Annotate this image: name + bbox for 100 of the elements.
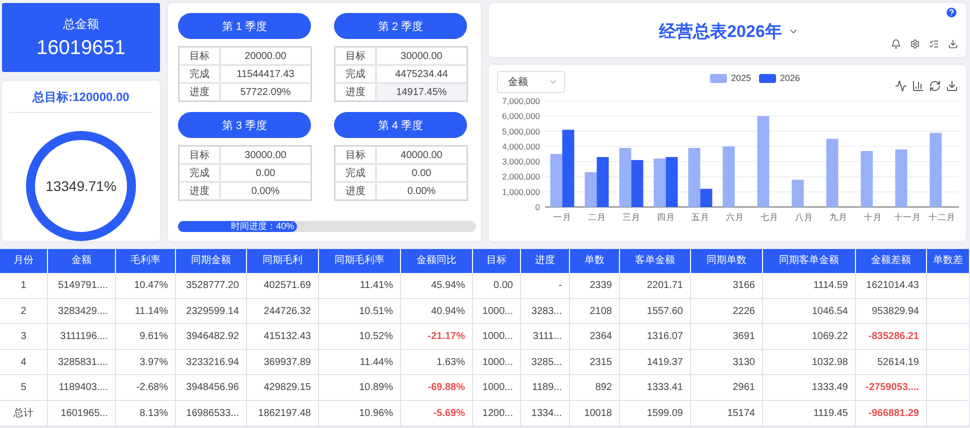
column-header: 毛利率: [116, 249, 176, 273]
table-cell: 369937.89: [247, 350, 319, 376]
table-cell: 1333.49: [763, 375, 856, 401]
axis-label: 六月: [726, 212, 744, 222]
legend-item[interactable]: 2025: [710, 73, 751, 83]
table-cell: 2329599.14: [176, 298, 247, 324]
table-cell: -: [521, 273, 570, 299]
row-label: 进度: [179, 83, 220, 101]
table-cell: 3: [0, 324, 48, 350]
table-cell: 52614.19: [856, 350, 927, 376]
bar: [631, 160, 644, 207]
table-cell: 0.00%: [220, 182, 311, 200]
quarter-button[interactable]: 第 4 季度: [334, 112, 467, 138]
table-cell: 892: [570, 375, 620, 401]
table-cell: 2201.71: [620, 273, 691, 299]
table-cell: 0.00: [220, 164, 311, 182]
row-label: 目标: [179, 146, 220, 164]
empty-cell: [927, 350, 970, 376]
table-cell: 8.13%: [116, 400, 176, 427]
axis-label: 八月: [794, 212, 813, 222]
table-cell: 3283429....: [48, 298, 116, 324]
table-cell: 16986533...: [176, 400, 247, 427]
row-label: 完成: [335, 65, 376, 83]
table-cell: 1333.41: [620, 375, 691, 401]
table-cell: 1599.09: [620, 400, 691, 427]
progress-label: 时间进度：40%: [231, 221, 296, 232]
axis-label: 七月: [760, 212, 778, 222]
help-icon[interactable]: [945, 6, 958, 19]
bar: [584, 172, 597, 207]
table-cell: 1032.98: [763, 350, 856, 376]
table-cell: 4: [0, 350, 48, 376]
table-cell: -835286.21: [856, 324, 927, 350]
column-header: 同期毛利: [247, 249, 319, 273]
bar-chart-icon[interactable]: [912, 80, 924, 92]
axis-label: 十月: [864, 212, 882, 222]
axis-label: 二月: [588, 212, 606, 222]
legend-item[interactable]: 2026: [759, 73, 800, 83]
table-cell: -21.17%: [401, 324, 473, 350]
quarter-button[interactable]: 第 1 季度: [178, 13, 311, 39]
table-cell: 10.52%: [319, 324, 401, 350]
column-header: 金额差额: [856, 249, 927, 273]
empty-cell: [927, 375, 970, 401]
column-header: 月份: [0, 249, 48, 273]
axis-label: 4,000,000: [502, 141, 540, 152]
table-cell: -966881.29: [856, 400, 927, 427]
row-label: 目标: [179, 47, 220, 65]
table-cell: 2108: [570, 298, 620, 324]
checklist-icon[interactable]: [929, 39, 939, 49]
row-label: 完成: [179, 65, 220, 83]
table-cell: 30000.00: [376, 47, 467, 65]
table-cell: 1119.45: [763, 400, 856, 427]
table-cell: 3283...: [521, 298, 570, 324]
table-cell: 3111...: [521, 324, 570, 350]
column-header: 同期单数: [691, 249, 763, 273]
table-cell: -5.69%: [401, 400, 473, 427]
bell-icon[interactable]: [891, 39, 901, 49]
table-cell: 5149791....: [48, 273, 116, 299]
metric-select[interactable]: 金额: [497, 71, 565, 93]
line-chart-icon[interactable]: [895, 80, 907, 92]
bar: [619, 148, 632, 207]
table-cell: 30000.00: [220, 146, 311, 164]
download-icon[interactable]: [948, 39, 958, 49]
table-cell: 40000.00: [376, 146, 467, 164]
table-cell: -69.88%: [401, 375, 473, 401]
bar: [895, 149, 908, 207]
table-cell: 11.41%: [319, 273, 401, 299]
table-cell: 953829.94: [856, 298, 927, 324]
download-icon[interactable]: [946, 80, 958, 92]
column-header: 单数差: [927, 249, 970, 273]
table-cell: 1621014.43: [856, 273, 927, 299]
axis-label: 6,000,000: [502, 111, 540, 122]
table-cell: 1000...: [473, 298, 521, 324]
axis-label: 0: [535, 202, 540, 212]
table-cell: 14917.45%: [376, 83, 467, 101]
page-title: 经营总表2026年: [659, 21, 782, 43]
table-cell: 1000...: [473, 324, 521, 350]
table-cell: 1: [0, 273, 48, 299]
table-cell: 0.00%: [376, 182, 467, 200]
refresh-icon[interactable]: [929, 80, 941, 92]
row-label: 进度: [179, 182, 220, 200]
axis-label: 十一月: [894, 212, 921, 222]
table-cell: 402571.69: [247, 273, 319, 299]
table-cell: 11.44%: [319, 350, 401, 376]
settings-icon[interactable]: [910, 39, 920, 49]
quarter-button[interactable]: 第 2 季度: [334, 13, 467, 39]
column-header: 金额: [48, 249, 116, 273]
bar: [826, 138, 838, 207]
empty-cell: [927, 324, 970, 350]
quarter-button[interactable]: 第 3 季度: [178, 112, 311, 138]
table-cell: 3285831....: [48, 350, 116, 376]
table-cell: 11544417.43: [220, 65, 311, 83]
table-cell: 2364: [570, 324, 620, 350]
total-label: 总金额: [63, 16, 99, 32]
table-cell: 1000...: [473, 350, 521, 376]
bar: [654, 158, 666, 207]
column-header: 同期金额: [176, 249, 247, 273]
table-cell: 3285...: [521, 350, 570, 376]
table-cell: 1200...: [473, 400, 521, 427]
table-cell: 3528777.20: [176, 273, 247, 299]
table-cell: 10018: [570, 400, 620, 427]
